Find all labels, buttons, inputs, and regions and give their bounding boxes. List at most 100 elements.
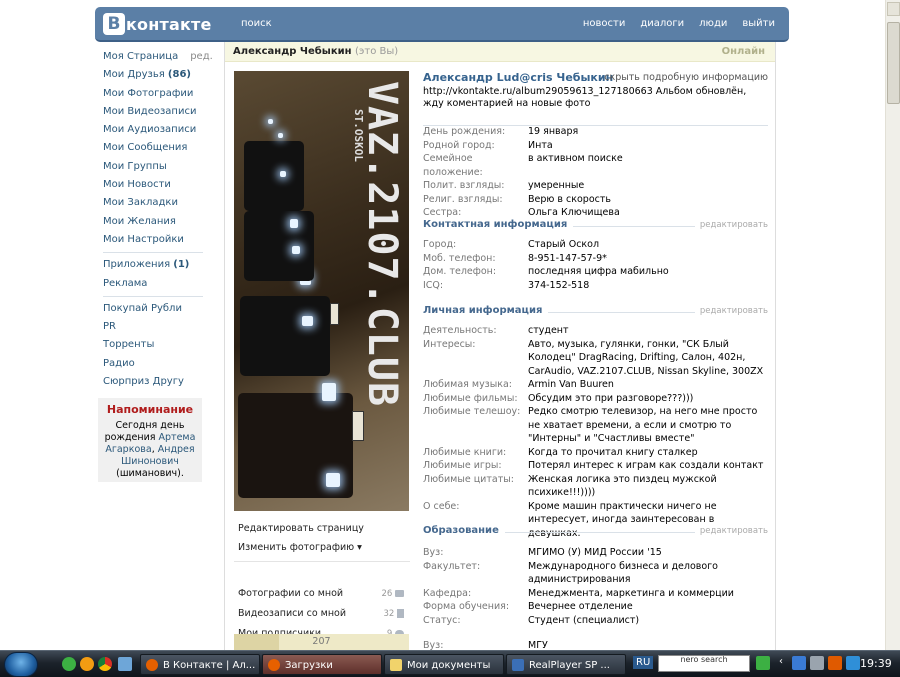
menu-photos[interactable]: Мои Фотографии [103, 85, 203, 103]
info-value[interactable]: последняя цифра мабильно [528, 265, 768, 279]
info-row: Семейное положение: в активном поиске [423, 152, 768, 179]
utorrent-icon[interactable] [62, 657, 76, 671]
info-value[interactable]: 19 января [528, 125, 768, 139]
reminder-conj: , [151, 444, 155, 455]
contact-edit-link[interactable]: редактировать [694, 220, 768, 230]
scroll-up-icon[interactable] [887, 2, 900, 16]
info-value[interactable]: Armin Van Buuren [528, 378, 768, 392]
menu-friends-label[interactable]: Мои Друзья [103, 69, 165, 80]
info-value[interactable]: студент [528, 324, 768, 338]
personal-edit-link[interactable]: редактировать [694, 306, 768, 316]
chevron-left-icon[interactable]: ‹ [774, 656, 788, 670]
task-downloads-label[interactable]: Загрузки [285, 660, 333, 671]
photos-with-me[interactable]: Фотографии со мной 26 [238, 584, 410, 604]
menu-apps-label[interactable]: Приложения [103, 259, 170, 270]
search-link[interactable]: поиск [241, 18, 272, 29]
task-my-documents[interactable]: Мои документы [384, 654, 504, 675]
menu-my-page[interactable]: Моя Страница ред. [103, 48, 213, 66]
change-photo-link[interactable]: Изменить фотографию ▾ [238, 538, 410, 557]
task-vkontakte[interactable]: В Контакте | Ал... [140, 654, 260, 675]
menu-edit-link[interactable]: ред. [190, 51, 213, 62]
scrollbar[interactable] [885, 0, 900, 650]
menu-pr[interactable]: PR [103, 318, 203, 336]
wall-counter-bar[interactable]: 207 [234, 634, 409, 650]
menu-news[interactable]: Мои Новости [103, 176, 203, 194]
info-value[interactable]: Инта [528, 139, 768, 153]
task-my-documents-label[interactable]: Мои документы [407, 660, 490, 671]
menu-buy-rubles[interactable]: Покупай Рубли [103, 300, 203, 318]
education-edit-link[interactable]: редактировать [694, 526, 768, 536]
menu-groups[interactable]: Мои Группы [103, 158, 203, 176]
avast-icon[interactable] [80, 657, 94, 671]
nero-search-box[interactable]: nero search [658, 655, 750, 672]
info-value[interactable]: Студент (специалист) [528, 614, 768, 628]
info-value[interactable]: умеренные [528, 179, 768, 193]
scroll-thumb[interactable] [887, 22, 900, 104]
desktop-icon[interactable] [118, 657, 132, 671]
info-value[interactable]: Ольга Ключищева [528, 206, 768, 220]
info-value[interactable]: Женская логика это пиздец мужской психик… [528, 473, 768, 500]
hide-info-link[interactable]: скрыть подробную информацию [604, 72, 768, 83]
nav-people[interactable]: люди [699, 18, 727, 29]
profile-photo[interactable]: VAZ.2107.CLUB ST.OSKOL [234, 71, 409, 511]
nav-logout[interactable]: выйти [742, 18, 775, 29]
info-label: Дом. телефон: [423, 266, 497, 277]
info-value[interactable]: в активном поиске [528, 152, 768, 179]
antivirus-icon[interactable] [828, 656, 842, 670]
reminder-text: Сегодня день рождения Артема Агаркова, А… [98, 420, 202, 480]
reminder-tail: (шиманович). [116, 468, 184, 479]
menu-radio[interactable]: Радио [103, 355, 203, 373]
info-value[interactable]: Международного бизнеса и делового админи… [528, 560, 768, 587]
info-value[interactable]: МГИМО (У) МИД России '15 [528, 546, 768, 560]
menu-audio[interactable]: Мои Аудиозаписи [103, 121, 203, 139]
menu-bookmarks[interactable]: Мои Закладки [103, 194, 203, 212]
info-value[interactable]: Менеджмента, маркетинга и коммерции [528, 587, 768, 601]
menu-videos[interactable]: Мои Видеозаписи [103, 103, 203, 121]
network-icon[interactable] [792, 656, 806, 670]
menu-settings[interactable]: Мои Настройки [103, 231, 203, 249]
info-value[interactable]: Авто, музыка, гулянки, гонки, "СК Блый К… [528, 338, 768, 379]
profile-bar-name-text: Александр Чебыкин [233, 46, 352, 57]
chrome-icon[interactable] [98, 657, 112, 671]
videos-with-me-label[interactable]: Видеозаписи со мной [238, 608, 346, 619]
menu-friends[interactable]: Мои Друзья (86) [103, 66, 203, 84]
change-photo-label[interactable]: Изменить фотографию [238, 542, 354, 553]
info-value[interactable]: Редко смотрю телевизор, на него мне прос… [528, 405, 768, 446]
menu-wishes[interactable]: Мои Желания [103, 213, 203, 231]
info-value[interactable]: Вечернее отделение [528, 600, 768, 614]
update-icon[interactable] [846, 656, 860, 670]
status-text[interactable]: http://vkontakte.ru/album29059613_127180… [423, 86, 768, 110]
info-label: Кафедра: [423, 587, 472, 599]
task-downloads[interactable]: Загрузки [262, 654, 382, 675]
volume-icon[interactable] [810, 656, 824, 670]
menu-ads[interactable]: Реклама [103, 275, 203, 293]
nav-dialogs[interactable]: диалоги [640, 18, 684, 29]
menu-messages[interactable]: Мои Сообщения [103, 139, 203, 157]
task-realplayer-label[interactable]: RealPlayer SP ... [529, 660, 610, 671]
info-value[interactable]: Обсудим это при разговоре???))) [528, 392, 768, 406]
info-value[interactable]: 8-951-147-57-9* [528, 252, 768, 266]
info-value[interactable]: Когда то прочитал книгу сталкер [528, 446, 768, 460]
info-value[interactable]: Старый Оскол [528, 238, 768, 252]
nav-news[interactable]: новости [583, 18, 626, 29]
language-indicator[interactable]: RU [633, 656, 654, 669]
task-realplayer[interactable]: RealPlayer SP ... [506, 654, 626, 675]
info-value[interactable]: 374-152-518 [528, 279, 768, 293]
photo-headlight [268, 119, 273, 124]
edit-page-link[interactable]: Редактировать страницу [238, 519, 410, 538]
menu-surprise[interactable]: Сюрприз Другу [103, 373, 203, 391]
vk-logo[interactable]: В контакте [103, 13, 212, 35]
task-vkontakte-label[interactable]: В Контакте | Ал... [163, 660, 255, 671]
menu-my-page-label[interactable]: Моя Страница [103, 51, 178, 62]
actions-divider [234, 561, 410, 580]
arrow-icon[interactable] [756, 656, 770, 670]
photo-watermark-text: VAZ.2107.CLUB [359, 80, 406, 408]
menu-torrents[interactable]: Торренты [103, 336, 203, 354]
info-label: ICQ: [423, 279, 444, 291]
videos-with-me[interactable]: Видеозаписи со мной 32 [238, 604, 410, 624]
photos-with-me-label[interactable]: Фотографии со мной [238, 588, 343, 599]
menu-apps[interactable]: Приложения (1) [103, 256, 203, 274]
info-value[interactable]: Верю в скорость [528, 193, 768, 207]
info-value[interactable]: Потерял интерес к играм как создали конт… [528, 459, 768, 473]
start-button[interactable] [4, 652, 38, 677]
